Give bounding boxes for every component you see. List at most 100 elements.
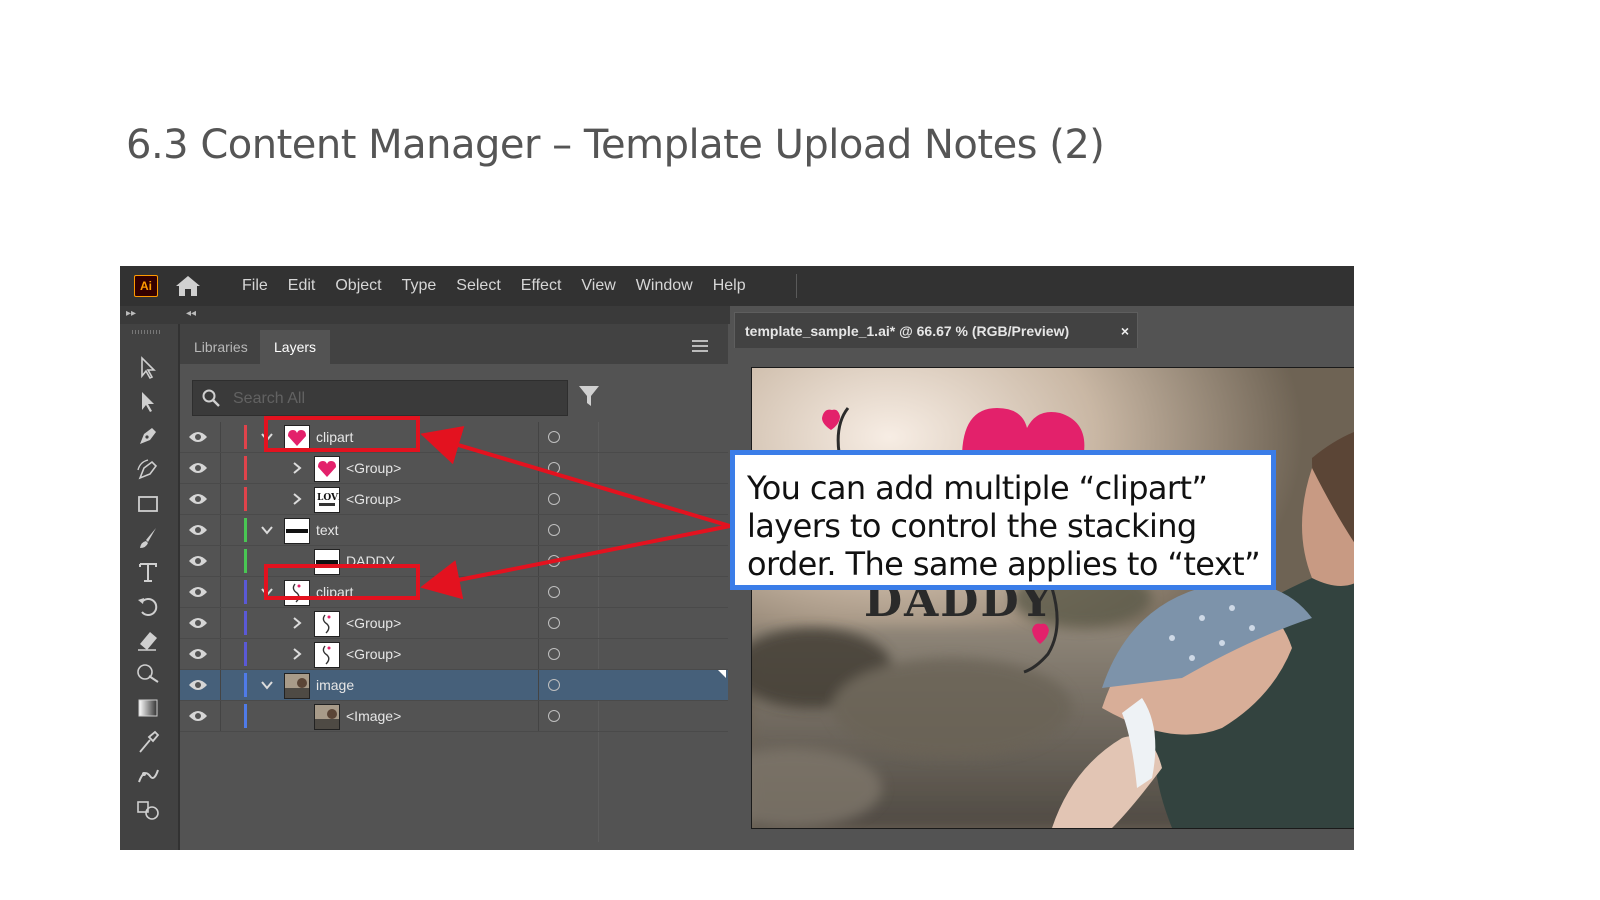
layer-name[interactable]: image [316, 670, 354, 700]
row-divider [538, 577, 539, 607]
row-divider [538, 608, 539, 638]
lock-column[interactable] [220, 670, 221, 700]
layer-row[interactable]: <Image> [180, 701, 728, 732]
menu-object[interactable]: Object [325, 266, 391, 306]
layer-color-indicator [244, 611, 247, 635]
visibility-eye-icon[interactable] [188, 647, 208, 661]
chevron-right-icon[interactable] [290, 616, 304, 630]
menu-help[interactable]: Help [703, 266, 756, 306]
symbol-sprayer-tool-icon[interactable] [134, 796, 162, 824]
filter-icon[interactable] [578, 384, 600, 408]
rectangle-tool-icon[interactable] [134, 490, 162, 518]
menu-select[interactable]: Select [446, 266, 510, 306]
gradient-tool-icon[interactable] [134, 694, 162, 722]
paintbrush-tool-icon[interactable] [134, 524, 162, 552]
menu-effect[interactable]: Effect [511, 266, 572, 306]
visibility-eye-icon[interactable] [188, 585, 208, 599]
visibility-eye-icon[interactable] [188, 616, 208, 630]
lock-column[interactable] [220, 453, 221, 483]
tab-layers[interactable]: Layers [260, 330, 331, 364]
chevron-right-icon[interactable] [290, 647, 304, 661]
menu-window[interactable]: Window [626, 266, 703, 306]
menu-file[interactable]: File [232, 266, 278, 306]
layers-search-box [192, 380, 568, 416]
direct-selection-tool-icon[interactable] [134, 388, 162, 416]
lock-column[interactable] [220, 701, 221, 731]
layer-row[interactable]: image [180, 670, 728, 701]
document-tab[interactable]: template_sample_1.ai* @ 66.67 % (RGB/Pre… [734, 312, 1138, 348]
menu-view[interactable]: View [571, 266, 625, 306]
lock-column[interactable] [220, 608, 221, 638]
lock-column[interactable] [220, 577, 221, 607]
eyedropper-tool-icon[interactable] [134, 728, 162, 756]
visibility-eye-icon[interactable] [188, 492, 208, 506]
svg-text:LOVE: LOVE [317, 493, 339, 503]
target-circle-icon[interactable] [548, 524, 560, 536]
layer-name[interactable]: <Group> [346, 608, 401, 638]
illustrator-logo: Ai [134, 275, 158, 297]
layer-name[interactable]: text [316, 515, 339, 545]
layer-row[interactable]: LOVE <Group> [180, 484, 728, 515]
chevron-right-icon[interactable] [290, 461, 304, 475]
layer-row[interactable]: <Group> [180, 608, 728, 639]
target-circle-icon[interactable] [548, 586, 560, 598]
layer-name[interactable]: <Group> [346, 453, 401, 483]
pen-tool-icon[interactable] [134, 422, 162, 450]
row-divider [538, 639, 539, 669]
collapse-panel-icon[interactable]: ◂◂ [186, 308, 196, 319]
target-circle-icon[interactable] [548, 493, 560, 505]
shape-builder-tool-icon[interactable] [134, 660, 162, 688]
visibility-eye-icon[interactable] [188, 554, 208, 568]
visibility-eye-icon[interactable] [188, 709, 208, 723]
selection-tool-icon[interactable] [134, 354, 162, 382]
chevron-down-icon[interactable] [260, 523, 274, 537]
target-circle-icon[interactable] [548, 555, 560, 567]
toolbar-grip[interactable] [132, 330, 160, 334]
target-circle-icon[interactable] [548, 679, 560, 691]
curvature-tool-icon[interactable] [134, 456, 162, 484]
target-circle-icon[interactable] [548, 710, 560, 722]
visibility-eye-icon[interactable] [188, 461, 208, 475]
panel-menu-icon[interactable] [692, 340, 708, 352]
lock-column[interactable] [220, 515, 221, 545]
layer-name[interactable]: <Image> [346, 701, 401, 731]
menu-bar: Ai File Edit Object Type Select Effect View Win… [120, 266, 1354, 306]
lock-column[interactable] [220, 422, 221, 452]
search-input[interactable] [231, 385, 555, 413]
layer-row[interactable]: DADDY [180, 546, 728, 577]
menu-type[interactable]: Type [392, 266, 447, 306]
layer-name[interactable]: <Group> [346, 484, 401, 514]
expand-toolbar-icon[interactable]: ▸▸ [126, 308, 136, 319]
layer-color-indicator [244, 704, 247, 728]
target-circle-icon[interactable] [548, 462, 560, 474]
layer-row[interactable]: text [180, 515, 728, 546]
type-tool-icon[interactable] [134, 558, 162, 586]
layer-name[interactable]: <Group> [346, 639, 401, 669]
tab-libraries[interactable]: Libraries [180, 330, 262, 364]
home-icon[interactable] [174, 274, 202, 298]
artboard[interactable]: DADDY [751, 367, 1354, 829]
lock-column[interactable] [220, 639, 221, 669]
target-circle-icon[interactable] [548, 617, 560, 629]
layer-row[interactable]: <Group> [180, 453, 728, 484]
chevron-down-icon[interactable] [260, 678, 274, 692]
layer-color-indicator [244, 673, 247, 697]
highlight-clipart-layer-bottom [264, 564, 420, 600]
chevron-right-icon[interactable] [290, 492, 304, 506]
target-circle-icon[interactable] [548, 648, 560, 660]
rotate-tool-icon[interactable] [134, 592, 162, 620]
layer-row[interactable]: clipart [180, 577, 728, 608]
eraser-tool-icon[interactable] [134, 626, 162, 654]
menu-edit[interactable]: Edit [278, 266, 326, 306]
puppet-warp-tool-icon[interactable] [134, 762, 162, 790]
lock-column[interactable] [220, 546, 221, 576]
visibility-eye-icon[interactable] [188, 430, 208, 444]
target-circle-icon[interactable] [548, 431, 560, 443]
lock-column[interactable] [220, 484, 221, 514]
layer-color-indicator [244, 580, 247, 604]
visibility-eye-icon[interactable] [188, 678, 208, 692]
visibility-eye-icon[interactable] [188, 523, 208, 537]
close-tab-icon[interactable]: × [1121, 313, 1129, 349]
layer-row[interactable]: <Group> [180, 639, 728, 670]
layer-row[interactable]: clipart [180, 422, 728, 453]
